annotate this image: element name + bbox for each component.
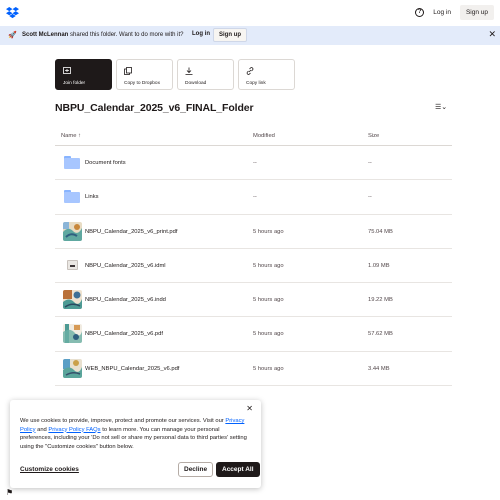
copy-link-button[interactable]: Copy link [238,59,295,90]
document-file-icon [67,259,78,270]
file-size: 57.62 MB [368,331,393,338]
cookie-text: We use cookies to provide, improve, prot… [20,417,248,451]
banner-message: Scott McLennan shared this folder. Want … [22,32,184,38]
share-banner: 🚀 Scott McLennan shared this folder. Wan… [0,26,500,45]
decline-button[interactable]: Decline [178,462,214,477]
file-name[interactable]: NBPU_Calendar_2025_v6_print.pdf [85,229,178,235]
column-name-label: Name [61,133,77,139]
table-row[interactable]: NBPU_Calendar_2025_v6.idml 5 hours ago 1… [55,249,452,284]
file-modified: 5 hours ago [253,228,284,235]
download-button[interactable]: Download [177,59,234,90]
download-icon [185,67,193,77]
customize-cookies-button[interactable]: Customize cookies [20,466,79,473]
file-thumbnail-icon [63,221,82,241]
file-modified: 5 hours ago [253,262,284,269]
privacy-faqs-link[interactable]: Privacy Policy FAQs [48,427,100,433]
dropbox-logo-icon[interactable] [6,7,19,19]
join-folder-label: Join folder [63,81,86,86]
file-name[interactable]: Links [85,194,99,200]
file-size: 1.09 MB [368,262,390,269]
file-name[interactable]: WEB_NBPU_Calendar_2025_v6.pdf [85,366,179,372]
download-label: Download [185,81,207,86]
folder-icon [64,156,80,169]
file-modified: -- [253,160,257,166]
table-row[interactable]: Links -- -- [55,180,452,215]
banner-message-text: shared this folder. Want to do more with… [70,32,184,38]
file-modified: 5 hours ago [253,331,284,338]
file-size: 19.22 MB [368,297,393,304]
file-modified: 5 hours ago [253,365,284,372]
banner-login-link[interactable]: Log in [192,31,210,37]
file-name[interactable]: Document fonts [85,160,126,166]
file-name[interactable]: NBPU_Calendar_2025_v6.idml [85,263,166,269]
help-icon[interactable]: ? [415,8,425,17]
cookie-dialog: ✕ We use cookies to provide, improve, pr… [10,400,261,488]
table-row[interactable]: Document fonts -- -- [55,146,452,181]
join-folder-icon [63,67,71,76]
column-name-header[interactable]: Name ↑ [61,133,81,139]
file-size: -- [368,160,372,166]
rocket-icon: 🚀 [8,32,17,39]
file-thumbnail-icon [63,324,82,344]
table-header: Name ↑ Modified Size [55,128,452,146]
file-table: Name ↑ Modified Size Document fonts -- -… [55,128,452,387]
sort-arrow-icon: ↑ [78,133,81,139]
table-row[interactable]: NBPU_Calendar_2025_v6.indd 5 hours ago 1… [55,283,452,318]
table-row[interactable]: NBPU_Calendar_2025_v6_print.pdf 5 hours … [55,215,452,249]
login-button[interactable]: Log in [430,7,454,18]
file-thumbnail-icon [63,290,82,310]
cookie-text-intro: We use cookies to provide, improve, prot… [20,418,224,424]
copy-to-dropbox-button[interactable]: Copy to Dropbox [116,59,173,90]
file-size: -- [368,194,372,201]
cookie-text-and: and [37,426,47,433]
list-view-icon[interactable]: ☰⌄ [435,103,447,111]
file-name[interactable]: NBPU_Calendar_2025_v6.pdf [85,331,163,337]
accept-all-button[interactable]: Accept All [216,462,260,477]
file-name[interactable]: NBPU_Calendar_2025_v6.indd [85,297,166,303]
column-modified-header[interactable]: Modified [253,133,275,139]
folder-icon [64,190,80,204]
close-icon[interactable]: ✕ [246,405,253,413]
file-modified: -- [253,194,257,201]
top-bar: ? Log in Sign up [0,0,500,26]
feedback-icon[interactable]: ⚑ [6,488,13,497]
copy-link-label: Copy link [246,81,266,86]
copy-icon [124,67,132,77]
signup-button[interactable]: Sign up [459,5,494,20]
close-icon[interactable]: ✕ [488,30,496,39]
link-icon [246,67,254,77]
file-modified: 5 hours ago [253,297,284,304]
table-row[interactable]: WEB_NBPU_Calendar_2025_v6.pdf 5 hours ag… [55,352,452,387]
file-thumbnail-icon [63,358,82,378]
banner-sender: Scott McLennan [22,32,69,38]
file-size: 75.04 MB [368,228,393,235]
column-size-header[interactable]: Size [368,133,379,139]
join-folder-button[interactable]: Join folder [55,59,112,90]
table-row[interactable]: NBPU_Calendar_2025_v6.pdf 5 hours ago 57… [55,317,452,352]
action-cards: Join folder Copy to Dropbox Download Cop… [55,59,295,90]
file-size: 3.44 MB [368,365,390,372]
copy-to-dropbox-label: Copy to Dropbox [124,81,160,86]
page-title: NBPU_Calendar_2025_v6_FINAL_Folder [55,102,254,114]
banner-signup-button[interactable]: Sign up [213,28,247,42]
